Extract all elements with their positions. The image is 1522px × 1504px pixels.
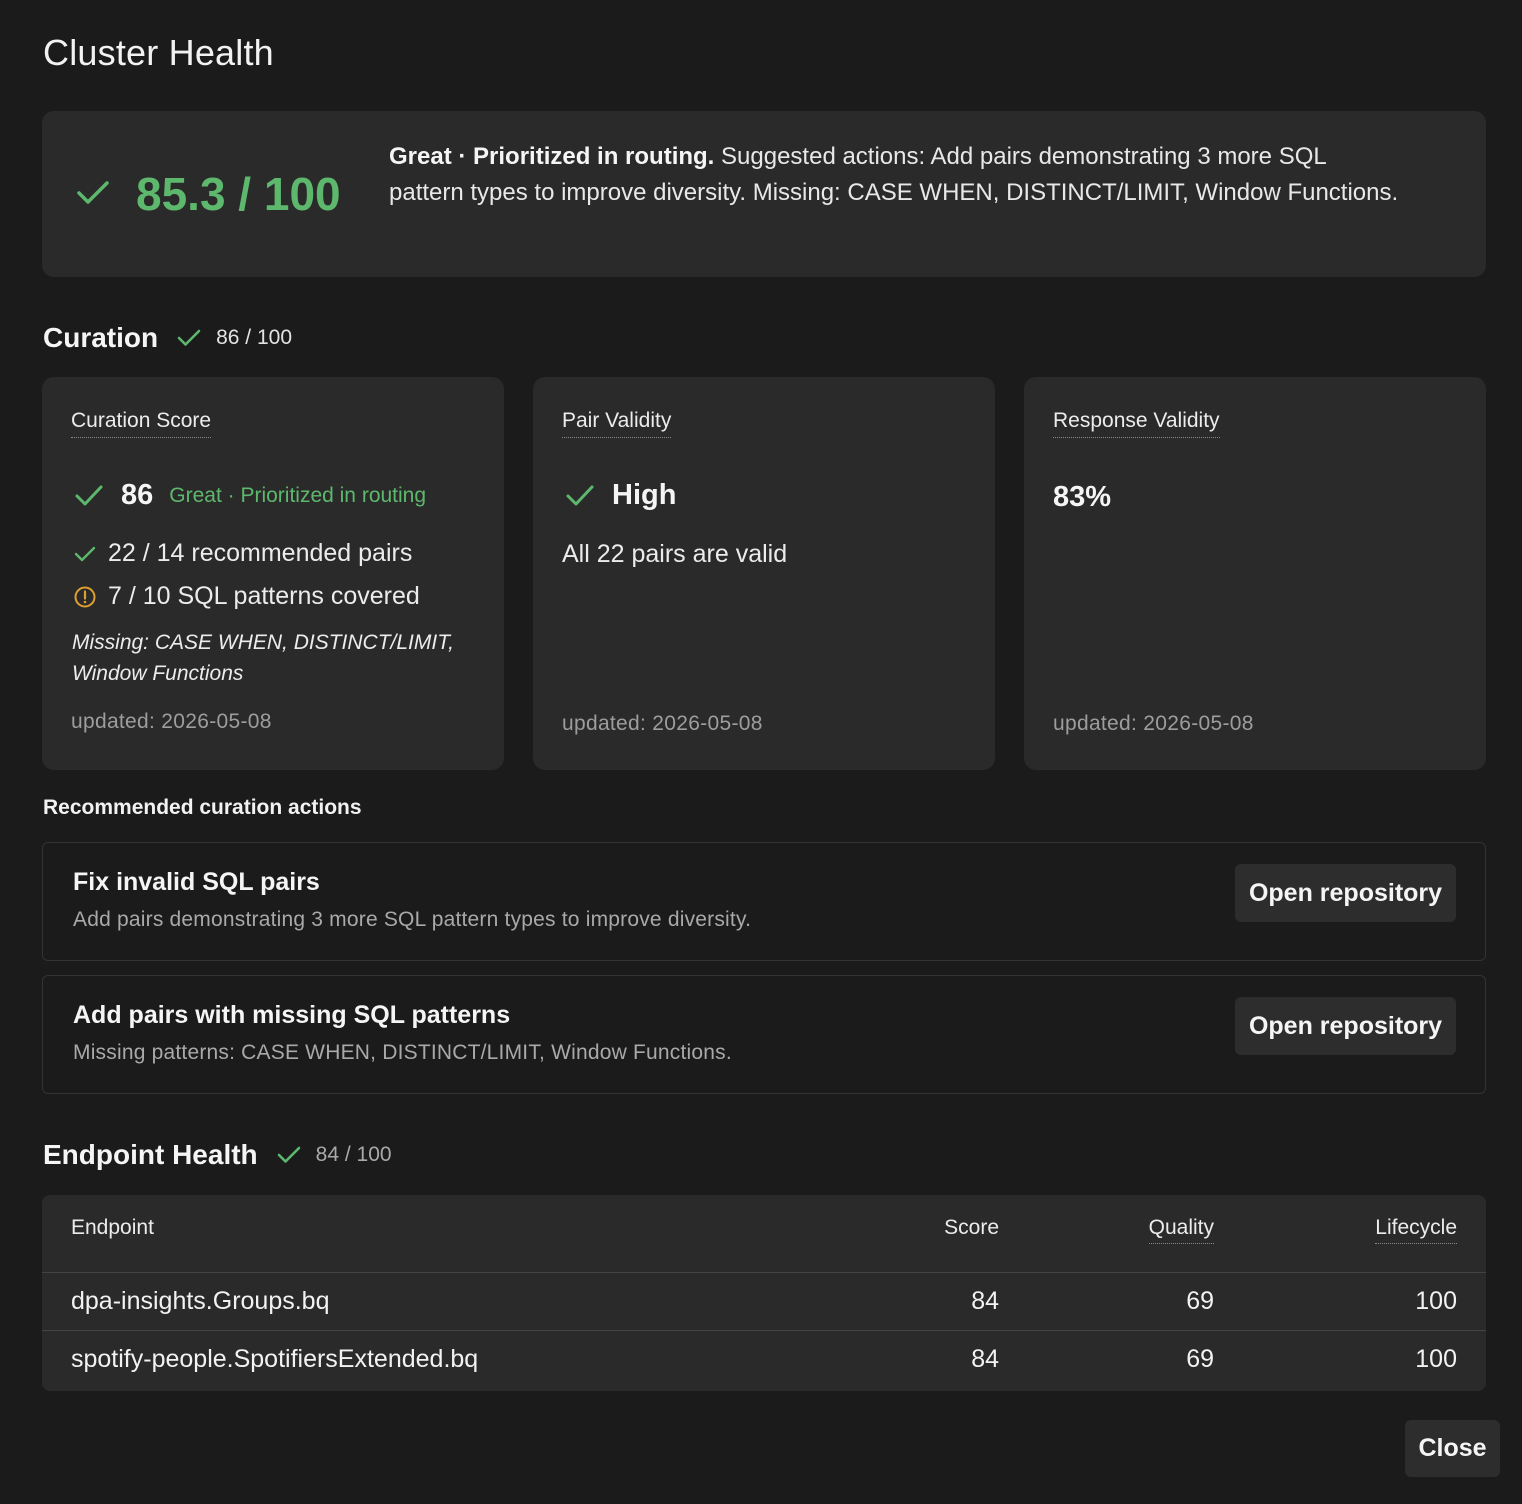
- table-row: dpa-insights.Groups.bq 84 69 100: [42, 1273, 1486, 1331]
- curation-title: Curation: [43, 322, 159, 353]
- pair-validity-row: High: [565, 479, 676, 512]
- open-repository-button[interactable]: Open repository: [1235, 864, 1456, 922]
- dialog-title: Cluster Health: [43, 32, 274, 73]
- curation-score-card: Curation Score 86 Great · Prioritized in…: [42, 377, 504, 770]
- endpoint-score: 84: [971, 1345, 999, 1373]
- endpoint-quality: 69: [1186, 1287, 1214, 1315]
- check-icon: [75, 485, 103, 505]
- action-description: Missing patterns: CASE WHEN, DISTINCT/LI…: [73, 1041, 732, 1064]
- summary-lead: Great · Prioritized in routing.: [389, 143, 715, 170]
- pair-validity-detail: All 22 pairs are valid: [562, 540, 788, 568]
- response-validity-value: 83%: [1053, 481, 1112, 513]
- action-description: Add pairs demonstrating 3 more SQL patte…: [73, 908, 752, 931]
- column-header-lifecycle[interactable]: Lifecycle: [1375, 1216, 1457, 1244]
- recommended-actions-heading: Recommended curation actions: [43, 796, 362, 819]
- card-label[interactable]: Curation Score: [71, 409, 212, 438]
- curation-score-value: 86: [121, 479, 154, 511]
- patterns-row: 7 / 10 SQL patterns covered: [74, 582, 420, 611]
- pairs-row: 22 / 14 recommended pairs: [74, 539, 412, 568]
- open-repository-button[interactable]: Open repository: [1235, 997, 1456, 1055]
- curation-score-row: 86 Great · Prioritized in routing: [74, 479, 426, 512]
- endpoint-name: dpa-insights.Groups.bq: [71, 1287, 330, 1315]
- pairs-count: 22 / 14 recommended pairs: [108, 539, 413, 567]
- summary-message: Great · Prioritized in routing. Suggeste…: [389, 139, 1399, 211]
- endpoint-health-heading: Endpoint Health 84 / 100: [43, 1135, 392, 1175]
- curation-heading: Curation 86 / 100: [43, 318, 292, 358]
- check-icon: [177, 329, 201, 346]
- overall-score: 85.3 / 100: [136, 168, 341, 220]
- action-card: Add pairs with missing SQL patterns Miss…: [42, 975, 1486, 1094]
- endpoint-quality: 69: [1186, 1345, 1214, 1373]
- endpoint-score: 84: [971, 1287, 999, 1315]
- missing-patterns: Missing: CASE WHEN, DISTINCT/LIMIT, Wind…: [72, 631, 454, 685]
- pair-validity-card: Pair Validity High All 22 pairs are vali…: [533, 377, 995, 770]
- check-icon: [277, 1146, 300, 1163]
- close-button[interactable]: Close: [1405, 1420, 1500, 1477]
- endpoint-lifecycle: 100: [1415, 1345, 1457, 1373]
- pair-validity-value: High: [612, 479, 677, 511]
- summary-panel: 85.3 / 100 Great · Prioritized in routin…: [42, 111, 1486, 277]
- column-header-score: Score: [944, 1216, 999, 1239]
- endpoint-health-title: Endpoint Health: [43, 1139, 258, 1170]
- endpoint-lifecycle: 100: [1415, 1287, 1457, 1315]
- table-header: Endpoint Score Quality Lifecycle: [42, 1195, 1486, 1273]
- updated-date: updated: 2026-05-08: [71, 710, 272, 733]
- action-title: Fix invalid SQL pairs: [73, 868, 320, 896]
- check-icon: [566, 485, 594, 505]
- column-header-quality[interactable]: Quality: [1148, 1216, 1214, 1244]
- action-title: Add pairs with missing SQL patterns: [73, 1001, 511, 1029]
- column-header-endpoint: Endpoint: [71, 1216, 154, 1239]
- card-label[interactable]: Pair Validity: [562, 409, 672, 438]
- table-row: spotify-people.SpotifiersExtended.bq 84 …: [42, 1331, 1486, 1389]
- card-label[interactable]: Response Validity: [1053, 409, 1220, 438]
- cluster-health-dialog: Cluster Health 85.3 / 100 Great · Priori…: [0, 0, 1522, 1504]
- check-icon: [77, 181, 109, 204]
- action-card: Fix invalid SQL pairs Add pairs demonstr…: [42, 842, 1486, 961]
- response-validity-card: Response Validity 83% updated: 2026-05-0…: [1024, 377, 1486, 770]
- updated-date: updated: 2026-05-08: [562, 712, 763, 735]
- endpoint-health-score: 84 / 100: [315, 1143, 392, 1166]
- curation-status: Great · Prioritized in routing: [169, 483, 427, 507]
- endpoint-table: Endpoint Score Quality Lifecycle dpa-ins…: [42, 1195, 1486, 1391]
- warning-circle-icon: [74, 586, 96, 607]
- curation-score: 86 / 100: [216, 326, 293, 349]
- patterns-count: 7 / 10 SQL patterns covered: [108, 582, 420, 610]
- updated-date: updated: 2026-05-08: [1053, 712, 1254, 735]
- endpoint-name: spotify-people.SpotifiersExtended.bq: [71, 1345, 479, 1373]
- check-icon: [74, 546, 96, 561]
